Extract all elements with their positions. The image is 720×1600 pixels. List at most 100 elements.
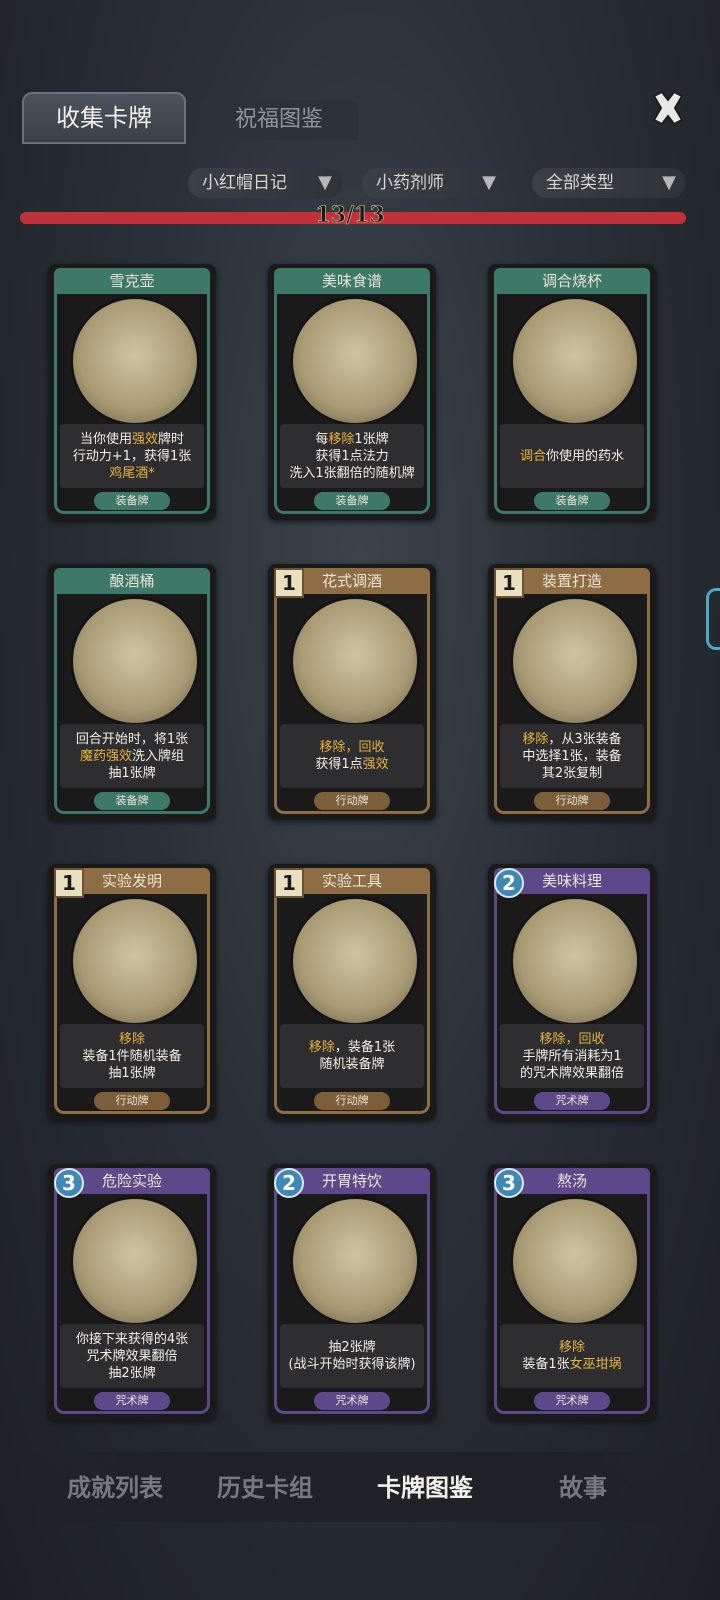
description-text: 你使用的药水 bbox=[546, 448, 625, 464]
card-type-label: 行动牌 bbox=[94, 1092, 170, 1110]
description-text: 抽2张牌 bbox=[328, 1340, 376, 1355]
filter-diary[interactable]: 小红帽日记 ▼ bbox=[188, 168, 342, 198]
card[interactable]: 实验工具 1 移除，装备1张 随机装备牌 行动牌 bbox=[268, 864, 436, 1120]
card[interactable]: 酿酒桶回合开始时，将1张 魔药强效洗入牌组 抽1张牌装备牌 bbox=[48, 564, 216, 820]
filter-label: 全部类型 bbox=[546, 173, 614, 193]
card-description-line: 咒术牌效果翻倍 bbox=[60, 1348, 204, 1365]
card-description: 移除 装备1件随机装备 抽1张牌 bbox=[60, 1024, 204, 1088]
card-type-label: 咒术牌 bbox=[94, 1392, 170, 1410]
keyword-text: 移除，回收 bbox=[539, 1031, 605, 1047]
card-type-label: 装备牌 bbox=[94, 792, 170, 810]
card-type-label: 行动牌 bbox=[314, 792, 390, 810]
card[interactable]: 实验发明 1 移除 装备1件随机装备 抽1张牌 行动牌 bbox=[48, 864, 216, 1120]
funnel-icon: ▼ bbox=[318, 172, 332, 193]
card-description: 移除 装备1张女巫坩埚 bbox=[500, 1324, 644, 1388]
card-description-line: 洗入1张翻倍的随机牌 bbox=[280, 465, 424, 482]
nav-history-decks[interactable]: 历史卡组 bbox=[190, 1468, 340, 1503]
filter-character[interactable]: 小药剂师 ▼ bbox=[362, 168, 506, 198]
card-type-label: 装备牌 bbox=[94, 492, 170, 510]
card[interactable]: 开胃特饮 2 抽2张牌 (战斗开始时获得该牌) 咒术牌 bbox=[268, 1164, 436, 1420]
card-description-line: 移除 bbox=[60, 1031, 204, 1048]
card-cost-badge: 1 bbox=[274, 568, 304, 598]
card[interactable]: 美味食谱 每移除1张牌 获得1点法力 洗入1张翻倍的随机牌 装备牌 bbox=[268, 264, 436, 520]
keyword-text: 强效 bbox=[362, 757, 389, 772]
card-cost-badge: 2 bbox=[274, 1168, 304, 1198]
description-text: 洗入牌组 bbox=[132, 748, 185, 764]
card-description-line: 回合开始时，将1张 bbox=[60, 731, 204, 748]
side-drawer-handle[interactable] bbox=[706, 588, 720, 650]
card-art bbox=[510, 296, 640, 426]
keyword-text: 移除 bbox=[308, 1040, 335, 1055]
card-description-line: 抽2张牌 bbox=[280, 1339, 424, 1356]
card-description-line: 抽2张牌 bbox=[60, 1365, 204, 1382]
filter-label: 小药剂师 bbox=[376, 173, 444, 193]
close-button[interactable] bbox=[648, 88, 688, 128]
description-text: 抽1张牌 bbox=[108, 1065, 156, 1081]
card-description-line: 装备1件随机装备 bbox=[60, 1048, 204, 1065]
keyword-text: 移除 bbox=[118, 1031, 145, 1047]
description-text: 行动力+1，获得1张 bbox=[72, 448, 192, 464]
card-description-line: 抽1张牌 bbox=[60, 765, 204, 782]
keyword-text: 移除 bbox=[558, 1340, 585, 1355]
card-description: 回合开始时，将1张 魔药强效洗入牌组 抽1张牌 bbox=[60, 724, 204, 788]
card-description: 抽2张牌 (战斗开始时获得该牌) bbox=[280, 1324, 424, 1388]
description-text: 抽1张牌 bbox=[108, 765, 156, 781]
filter-type[interactable]: 全部类型 ▼ bbox=[532, 168, 686, 198]
description-text: 中选择1张，装备 bbox=[522, 748, 622, 764]
card-description-line: 移除，装备1张 bbox=[280, 1039, 424, 1056]
card-art bbox=[70, 896, 200, 1026]
tab-collect-cards[interactable]: 收集卡牌 bbox=[22, 92, 186, 144]
card-art bbox=[70, 596, 200, 726]
description-text: 咒术牌效果翻倍 bbox=[86, 1348, 178, 1364]
description-text: 装备1张 bbox=[522, 1357, 570, 1372]
card[interactable]: 熬汤 3 移除 装备1张女巫坩埚 咒术牌 bbox=[488, 1164, 656, 1420]
card[interactable]: 花式调酒 1 移除，回收 获得1点强效 行动牌 bbox=[268, 564, 436, 820]
card-type-label: 咒术牌 bbox=[534, 1092, 610, 1110]
funnel-icon: ▼ bbox=[662, 172, 676, 193]
card-type-label: 行动牌 bbox=[534, 792, 610, 810]
card[interactable]: 装置打造 1 移除，从3张装备 中选择1张，装备 其2张复制 行动牌 bbox=[488, 564, 656, 820]
card-art bbox=[510, 596, 640, 726]
filter-label: 小红帽日记 bbox=[202, 173, 287, 193]
tab-blessing-codex[interactable]: 祝福图鉴 bbox=[200, 100, 358, 140]
card[interactable]: 调合烧杯 调合你使用的药水 装备牌 bbox=[488, 264, 656, 520]
card-description-line: 随机装备牌 bbox=[280, 1056, 424, 1073]
description-text: ，从3张装备 bbox=[548, 731, 622, 747]
keyword-text: 移除 bbox=[522, 731, 549, 747]
card-description-line: (战斗开始时获得该牌) bbox=[280, 1356, 424, 1373]
card-description: 移除，从3张装备 中选择1张，装备 其2张复制 bbox=[500, 724, 644, 788]
card-cost-badge: 1 bbox=[274, 868, 304, 898]
description-text: 洗入1张翻倍的随机牌 bbox=[289, 465, 415, 481]
description-text: 你接下来获得的4张 bbox=[75, 1331, 189, 1347]
card-cost-badge: 1 bbox=[494, 568, 524, 598]
card-title: 美味食谱 bbox=[274, 268, 430, 294]
card-art bbox=[510, 1196, 640, 1326]
description-text: 装备1件随机装备 bbox=[82, 1048, 182, 1064]
description-text: 随机装备牌 bbox=[319, 1057, 385, 1072]
card-title: 酿酒桶 bbox=[54, 568, 210, 594]
card[interactable]: 危险实验 3 你接下来获得的4张 咒术牌效果翻倍 抽2张牌 咒术牌 bbox=[48, 1164, 216, 1420]
description-text: 获得1点 bbox=[315, 757, 363, 772]
card-description: 当你使用强效牌时 行动力+1，获得1张 鸡尾酒* bbox=[60, 424, 204, 488]
nav-story[interactable]: 故事 bbox=[508, 1468, 658, 1503]
description-text: ，装备1张 bbox=[334, 1040, 396, 1055]
keyword-text: 移除 bbox=[328, 431, 355, 447]
description-text: 牌时 bbox=[158, 431, 185, 447]
nav-card-codex[interactable]: 卡牌图鉴 bbox=[350, 1468, 500, 1503]
nav-achievements[interactable]: 成就列表 bbox=[40, 1468, 190, 1503]
card[interactable]: 雪克壶 当你使用强效牌时 行动力+1，获得1张 鸡尾酒* 装备牌 bbox=[48, 264, 216, 520]
card-type-label: 咒术牌 bbox=[534, 1392, 610, 1410]
card-description-line: 每移除1张牌 bbox=[280, 431, 424, 448]
card-type-label: 装备牌 bbox=[314, 492, 390, 510]
card-type-label: 装备牌 bbox=[534, 492, 610, 510]
card-type-label: 行动牌 bbox=[314, 1092, 390, 1110]
card-description-line: 你接下来获得的4张 bbox=[60, 1331, 204, 1348]
description-text: (战斗开始时获得该牌) bbox=[288, 1357, 416, 1372]
keyword-text: 移除，回收 bbox=[319, 740, 385, 755]
card[interactable]: 美味料理 2 移除，回收 手牌所有消耗为1 的咒术牌效果翻倍 咒术牌 bbox=[488, 864, 656, 1120]
filter-bar: 小红帽日记 ▼ 小药剂师 ▼ 全部类型 ▼ bbox=[188, 168, 688, 200]
keyword-text: 鸡尾酒* bbox=[109, 465, 155, 481]
card-description-line: 当你使用强效牌时 bbox=[60, 431, 204, 448]
card-description-line: 中选择1张，装备 bbox=[500, 748, 644, 765]
card-description: 调合你使用的药水 bbox=[500, 424, 644, 488]
